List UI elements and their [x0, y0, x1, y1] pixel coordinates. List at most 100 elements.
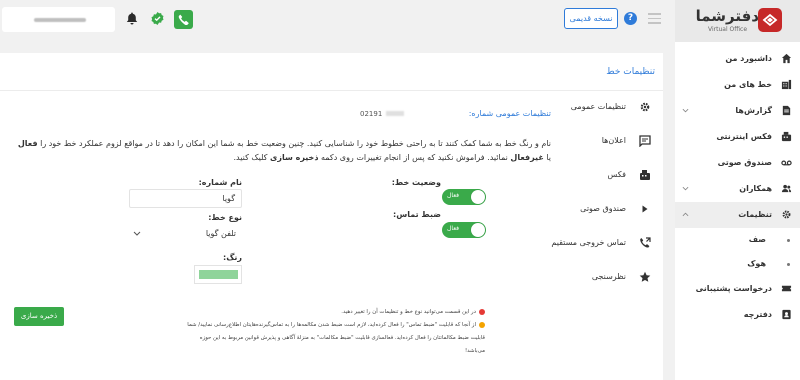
- logo[interactable]: دفترشما Virtual Office: [675, 0, 800, 42]
- tab-label: تماس خروجی مستقیم: [551, 238, 626, 247]
- call-recording-toggle[interactable]: فعال: [442, 222, 486, 238]
- sidebar-item-label: تنظیمات: [738, 210, 772, 219]
- sidebar-item-label: دفترچه: [743, 310, 772, 319]
- page-title: تنظیمات خط: [606, 67, 655, 77]
- line-number: 02191: [360, 110, 383, 118]
- phone-button[interactable]: [174, 10, 193, 29]
- sidebar-item-my-lines[interactable]: خط های من: [675, 72, 800, 98]
- notes: در این قسمت می‌توانید نوع خط و تنظیمات آ…: [145, 306, 485, 358]
- message-icon: [639, 135, 651, 147]
- gear-icon: [640, 102, 650, 112]
- sidebar-item-internet-fax[interactable]: فکس اینترنتی: [675, 124, 800, 150]
- tab-label: اعلان‌ها: [601, 136, 626, 145]
- sidebar-item-reports[interactable]: گزارش‌ها: [675, 98, 800, 124]
- tab-voicemail[interactable]: صندوق صوتی: [551, 193, 663, 227]
- home-icon: [781, 53, 792, 64]
- verified-check-icon: [151, 12, 164, 28]
- color-label: رنگ:: [223, 253, 242, 262]
- error-dot-icon: [479, 308, 485, 315]
- sidebar-subitem-queue[interactable]: صف: [675, 228, 800, 252]
- tab-general-settings[interactable]: تنظیمات عمومی: [551, 91, 663, 125]
- line-status-label: وضعیت خط:: [391, 178, 441, 187]
- play-icon: [642, 205, 648, 213]
- sidebar: دفترشما Virtual Office داشبورد من خط های…: [675, 0, 800, 380]
- note-text: می‌باشد!: [464, 348, 485, 354]
- sidebar-item-colleagues[interactable]: همکاران: [675, 176, 800, 202]
- tab-label: نظرسنجی: [591, 272, 626, 281]
- select-value: تلفن گویا: [205, 229, 236, 238]
- fax-icon: [781, 131, 792, 142]
- description-line: نام و رنگ خط به شما کمک کنند تا به راحتی…: [63, 139, 551, 148]
- report-icon: [782, 105, 791, 116]
- color-picker[interactable]: [194, 265, 242, 284]
- chevron-down-icon: [133, 231, 141, 236]
- toggle-text: فعال: [447, 192, 459, 199]
- sidebar-item-label: درخواست پشتیبانی: [695, 284, 772, 293]
- sidebar-item-label: داشبورد من: [725, 54, 772, 63]
- sidebar-item-settings[interactable]: تنظیمات: [675, 202, 800, 228]
- blurred-username: [34, 18, 86, 22]
- voicemail-icon: [781, 160, 792, 166]
- note-item: می‌باشد!: [145, 345, 485, 358]
- line-type-label: نوع خط:: [208, 213, 242, 222]
- tab-label: صندوق صوتی: [580, 204, 626, 213]
- sidebar-item-label: خط های من: [724, 80, 772, 89]
- line-status-toggle[interactable]: فعال: [442, 189, 486, 205]
- note-text: قابلیت ضبط مکالماتتان را فعال کرده‌اید. …: [199, 335, 485, 341]
- old-version-button[interactable]: نسخه قدیمی: [564, 8, 618, 29]
- tab-survey[interactable]: نظرسنجی: [551, 261, 663, 295]
- description-part: یا: [543, 153, 551, 162]
- toggle-knob: [471, 223, 485, 237]
- call-recording-label: ضبط تماس:: [393, 210, 441, 219]
- note-item: در این قسمت می‌توانید نوع خط و تنظیمات آ…: [145, 306, 485, 319]
- tab-notifications[interactable]: اعلان‌ها: [551, 125, 663, 159]
- input-value: گویا: [222, 194, 235, 203]
- sidebar-item-label: صندوق صوتی: [717, 158, 772, 167]
- logo-text: دفترشما: [695, 7, 759, 25]
- description-text: نام و رنگ خط به شما کمک کنند تا به راحتی…: [15, 137, 551, 165]
- number-name-label: نام شماره:: [198, 178, 242, 187]
- line-settings-card: تنظیمات خط تنظیمات عمومی اعلان‌ها فکس صن…: [0, 53, 663, 380]
- star-icon: [639, 271, 651, 282]
- description-part: کلیک کنید.: [233, 153, 270, 162]
- toggle-text: فعال: [447, 225, 459, 232]
- user-account-box[interactable]: [2, 7, 115, 32]
- sidebar-nav: داشبورد من خط های من گزارش‌ها فکس اینترن…: [675, 46, 800, 328]
- line-type-select[interactable]: تلفن گویا: [129, 225, 242, 244]
- number-name-input[interactable]: گویا: [129, 189, 242, 208]
- description-bold: غیرفعال: [510, 153, 544, 162]
- color-swatch: [199, 270, 238, 279]
- sidebar-subitem-hook[interactable]: هوک: [675, 252, 800, 276]
- save-button[interactable]: ذخیره سازی: [14, 307, 64, 326]
- phone-icon: [178, 14, 189, 25]
- section-title: تنظیمات عمومی شماره:: [468, 109, 551, 118]
- description-part: خود را: [37, 139, 62, 148]
- sidebar-item-support-request[interactable]: درخواست پشتیبانی: [675, 276, 800, 302]
- bell-icon[interactable]: [126, 12, 138, 28]
- sidebar-item-label: گزارش‌ها: [735, 106, 772, 115]
- tab-fax[interactable]: فکس: [551, 159, 663, 193]
- sidebar-item-contacts[interactable]: دفترچه: [675, 302, 800, 328]
- sidebar-item-voicemail[interactable]: صندوق صوتی: [675, 150, 800, 176]
- sidebar-subitem-label: هوک: [747, 259, 766, 268]
- bullet-dot: [787, 263, 790, 266]
- chevron-down-icon: [682, 186, 689, 191]
- note-text: در این قسمت می‌توانید نوع خط و تنظیمات آ…: [341, 309, 476, 315]
- note-text: از آنجا که قابلیت "ضبط تماس" را فعال کرد…: [187, 322, 476, 328]
- sidebar-item-dashboard[interactable]: داشبورد من: [675, 46, 800, 72]
- logo-subtitle: Virtual Office: [708, 26, 748, 33]
- chevron-down-icon: [682, 108, 689, 113]
- tab-direct-outgoing-call[interactable]: تماس خروجی مستقیم: [551, 227, 663, 261]
- sidebar-item-label: همکاران: [739, 184, 772, 193]
- menu-toggle-icon[interactable]: [648, 13, 661, 27]
- sidebar-item-label: فکس اینترنتی: [716, 132, 772, 141]
- contacts-icon: [782, 309, 791, 320]
- top-bar: نسخه قدیمی ?: [0, 0, 675, 42]
- chevron-up-icon: [682, 212, 689, 217]
- phone-outgoing-icon: [640, 237, 651, 248]
- warning-dot-icon: [479, 321, 485, 328]
- note-item: قابلیت ضبط مکالماتتان را فعال کرده‌اید. …: [145, 332, 485, 345]
- help-icon[interactable]: ?: [624, 12, 637, 25]
- description-bold: ذخیره سازی: [270, 153, 319, 162]
- toggle-knob: [471, 190, 485, 204]
